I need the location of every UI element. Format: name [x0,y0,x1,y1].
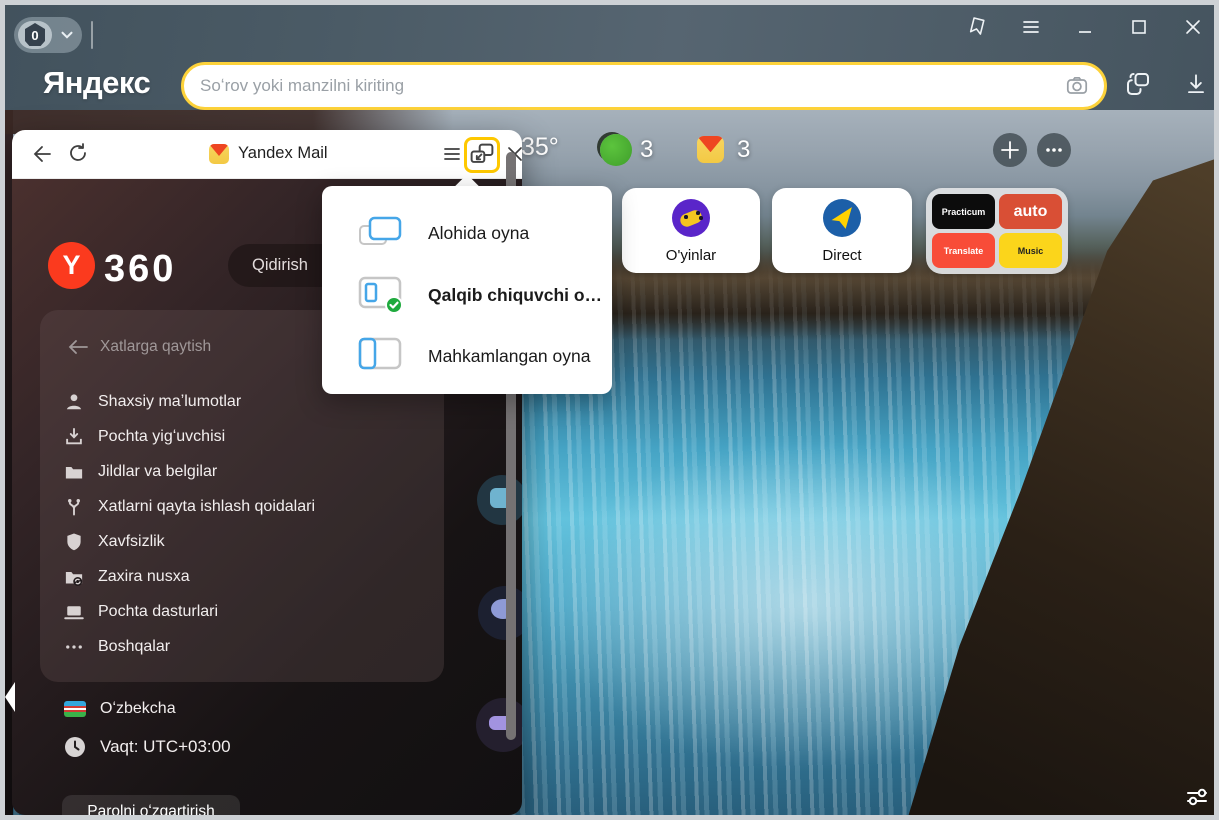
time-row: Vaqt: UTC+03:00 [64,736,231,758]
user-icon [64,392,84,412]
sidebar-item-rules[interactable]: Xatlarni qayta ishlash qoidalari [64,489,424,524]
sidebar-item-mail-apps[interactable]: Pochta dasturlari [64,594,424,629]
window-mode-icon [467,140,497,170]
sidebar-item-label: Shaxsiy maʼlumotlar [98,393,241,411]
shield-icon [64,532,84,552]
browser-topbar: 0 Яндекс [5,5,1214,110]
window-frame [0,0,1219,5]
tile-direct-label: Direct [772,247,912,264]
folder-icon [64,462,84,482]
back-icon[interactable] [28,142,52,166]
tab-counter-value: 0 [25,23,45,46]
add-widget-button[interactable] [993,133,1027,167]
search-input[interactable] [184,76,1064,96]
camera-search-icon[interactable] [1064,73,1090,99]
close-icon[interactable] [1181,15,1205,39]
yandex-logo[interactable]: Яндекс [43,65,150,101]
mail-count: 3 [737,136,750,164]
gamepad-dot [684,215,688,219]
y360-logo-text: 360 [104,248,176,291]
window-frame [0,0,5,820]
direct-icon [823,199,861,237]
mail-flap [697,136,724,152]
menu-item-label: Qalqib chiquvchi o… [428,285,602,306]
menu-item-pinned-window[interactable]: Mahkamlangan oyna [322,325,612,387]
popup-menu-icon[interactable] [440,142,464,166]
tile-practicum[interactable]: Practicum [932,194,995,229]
sidebar-item-other[interactable]: Boshqalar [64,629,424,664]
uzbekistan-flag-icon [64,701,86,717]
mail-favicon [209,144,229,164]
gamepad-dot [696,211,700,215]
sidebar-item-label: Pochta yigʻuvchisi [98,428,225,446]
backup-icon [64,567,84,587]
hamburger-menu-icon[interactable] [1019,15,1043,39]
tile-music[interactable]: Music [999,233,1062,268]
sidebar-item-label: Boshqalar [98,638,170,656]
tile-games-label: O'yinlar [622,247,760,264]
maximize-icon[interactable] [1127,15,1151,39]
window-frame [0,815,1219,820]
back-arrow-icon [68,340,88,354]
sidebar-item-label: Xavfsizlik [98,533,165,551]
sidebar-item-label: Zaxira nusxa [98,568,190,586]
menu-item-label: Alohida oyna [428,223,529,244]
messenger-count: 3 [640,136,653,164]
floating-window-icon [358,276,404,314]
minimize-icon[interactable] [1073,15,1097,39]
tile-games[interactable]: O'yinlar [622,188,760,273]
tile-translate[interactable]: Translate [932,233,995,268]
extensions-icon[interactable] [1123,69,1153,99]
popup-title: Yandex Mail [238,144,328,163]
popup-header: Yandex Mail [12,130,522,179]
download-icon[interactable] [1183,71,1209,97]
direct-arrow [829,205,855,231]
sidebar-item-label: Xatlarni qayta ishlash qoidalari [98,498,315,516]
tab-counter-badge: 0 [18,21,52,49]
chevron-down-icon[interactable] [58,26,76,44]
tile-group: Practicum auto Translate Music [926,188,1068,274]
menu-item-separate-window[interactable]: Alohida oyna [322,202,612,264]
clock-icon [64,736,86,758]
tile-auto[interactable]: auto [999,194,1062,229]
back-label: Xatlarga qaytish [100,338,211,356]
window-frame [1214,0,1219,820]
window-mode-dropdown: Alohida oyna Qalqib chiquvchi o… Mahkaml… [322,186,612,394]
sidebar-item-folders[interactable]: Jildlar va belgilar [64,454,424,489]
rules-icon [64,497,84,517]
tile-direct[interactable]: Direct [772,188,912,273]
sidebar-item-security[interactable]: Xavfsizlik [64,524,424,559]
ellipsis-icon [64,637,84,657]
language-label: Oʻzbekcha [100,700,176,718]
sidebar-item-collector[interactable]: Pochta yigʻuvchisi [64,419,424,454]
background-settings-icon[interactable] [1182,782,1212,812]
pinned-window-icon [358,337,404,375]
sidebar-item-backup[interactable]: Zaxira nusxa [64,559,424,594]
sidebar-item-label: Pochta dasturlari [98,603,218,621]
screen: 0 Яндекс 35° 3 3 O'yinlar [0,0,1219,820]
window-mode-button[interactable] [464,137,500,173]
games-icon [672,199,710,237]
sidebar-item-label: Jildlar va belgilar [98,463,217,481]
back-to-mail-link[interactable]: Xatlarga qaytish [68,338,211,356]
time-label: Vaqt: UTC+03:00 [100,737,231,757]
reload-icon[interactable] [66,141,90,165]
change-password-button[interactable]: Parolni oʻzgartirish [62,795,240,815]
language-row[interactable]: Oʻzbekcha [64,700,176,718]
laptop-icon [64,602,84,622]
messenger-icon[interactable] [600,134,632,166]
y360-logo-circle[interactable]: Y [48,242,95,289]
menu-item-floating-window[interactable]: Qalqib chiquvchi o… [322,264,612,326]
flag-icon[interactable] [965,15,989,39]
search-bar [181,62,1107,110]
menu-item-label: Mahkamlangan oyna [428,346,590,367]
more-options-button[interactable] [1037,133,1071,167]
tab-counter[interactable]: 0 [14,17,82,53]
mail-informer-icon[interactable] [697,136,724,163]
divider [91,21,93,49]
separate-window-icon [358,214,404,252]
gamepad-dot [699,216,703,220]
mail-collector-icon [64,427,84,447]
